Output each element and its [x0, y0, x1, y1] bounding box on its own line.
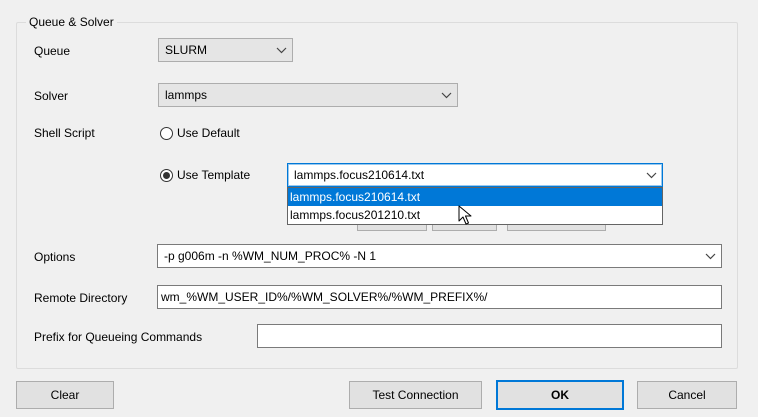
use-default-radio[interactable]: Use Default	[160, 125, 240, 141]
ok-button[interactable]: OK	[496, 380, 624, 410]
prefix-label: Prefix for Queueing Commands	[34, 330, 203, 344]
hidden-button	[507, 224, 606, 231]
use-default-label: Use Default	[177, 126, 240, 140]
options-label: Options	[34, 250, 76, 264]
template-select[interactable]: lammps.focus210614.txt	[287, 163, 663, 187]
radio-unchecked-icon	[160, 126, 173, 140]
radio-checked-icon	[160, 168, 173, 182]
chevron-down-icon	[640, 164, 662, 186]
solver-select[interactable]: lammps	[158, 83, 458, 107]
queue-label: Queue	[34, 44, 71, 58]
hidden-button	[357, 224, 427, 231]
chevron-down-icon	[699, 245, 721, 267]
chevron-down-icon	[435, 84, 457, 106]
remote-directory-input[interactable]: wm_%WM_USER_ID%/%WM_SOLVER%/%WM_PREFIX%/	[157, 285, 722, 309]
options-combobox[interactable]: -p g006m -n %WM_NUM_PROC% -N 1	[157, 244, 722, 268]
template-option[interactable]: lammps.focus210614.txt	[288, 188, 662, 206]
mouse-pointer-icon	[458, 205, 476, 227]
group-title: Queue & Solver	[26, 14, 117, 30]
test-connection-button[interactable]: Test Connection	[349, 381, 482, 409]
remote-directory-label: Remote Directory	[34, 291, 128, 305]
queue-value: SLURM	[165, 43, 208, 57]
solver-label: Solver	[34, 89, 69, 103]
cancel-button[interactable]: Cancel	[637, 381, 737, 409]
chevron-down-icon	[270, 39, 292, 61]
shell-script-label: Shell Script	[34, 126, 95, 140]
use-template-label: Use Template	[177, 168, 251, 182]
options-value: -p g006m -n %WM_NUM_PROC% -N 1	[164, 249, 377, 263]
clear-button[interactable]: Clear	[16, 381, 114, 409]
prefix-input[interactable]	[257, 324, 722, 348]
solver-value: lammps	[165, 88, 208, 102]
use-template-radio[interactable]: Use Template	[160, 167, 250, 183]
template-value: lammps.focus210614.txt	[294, 168, 425, 182]
queue-select[interactable]: SLURM	[158, 38, 293, 62]
